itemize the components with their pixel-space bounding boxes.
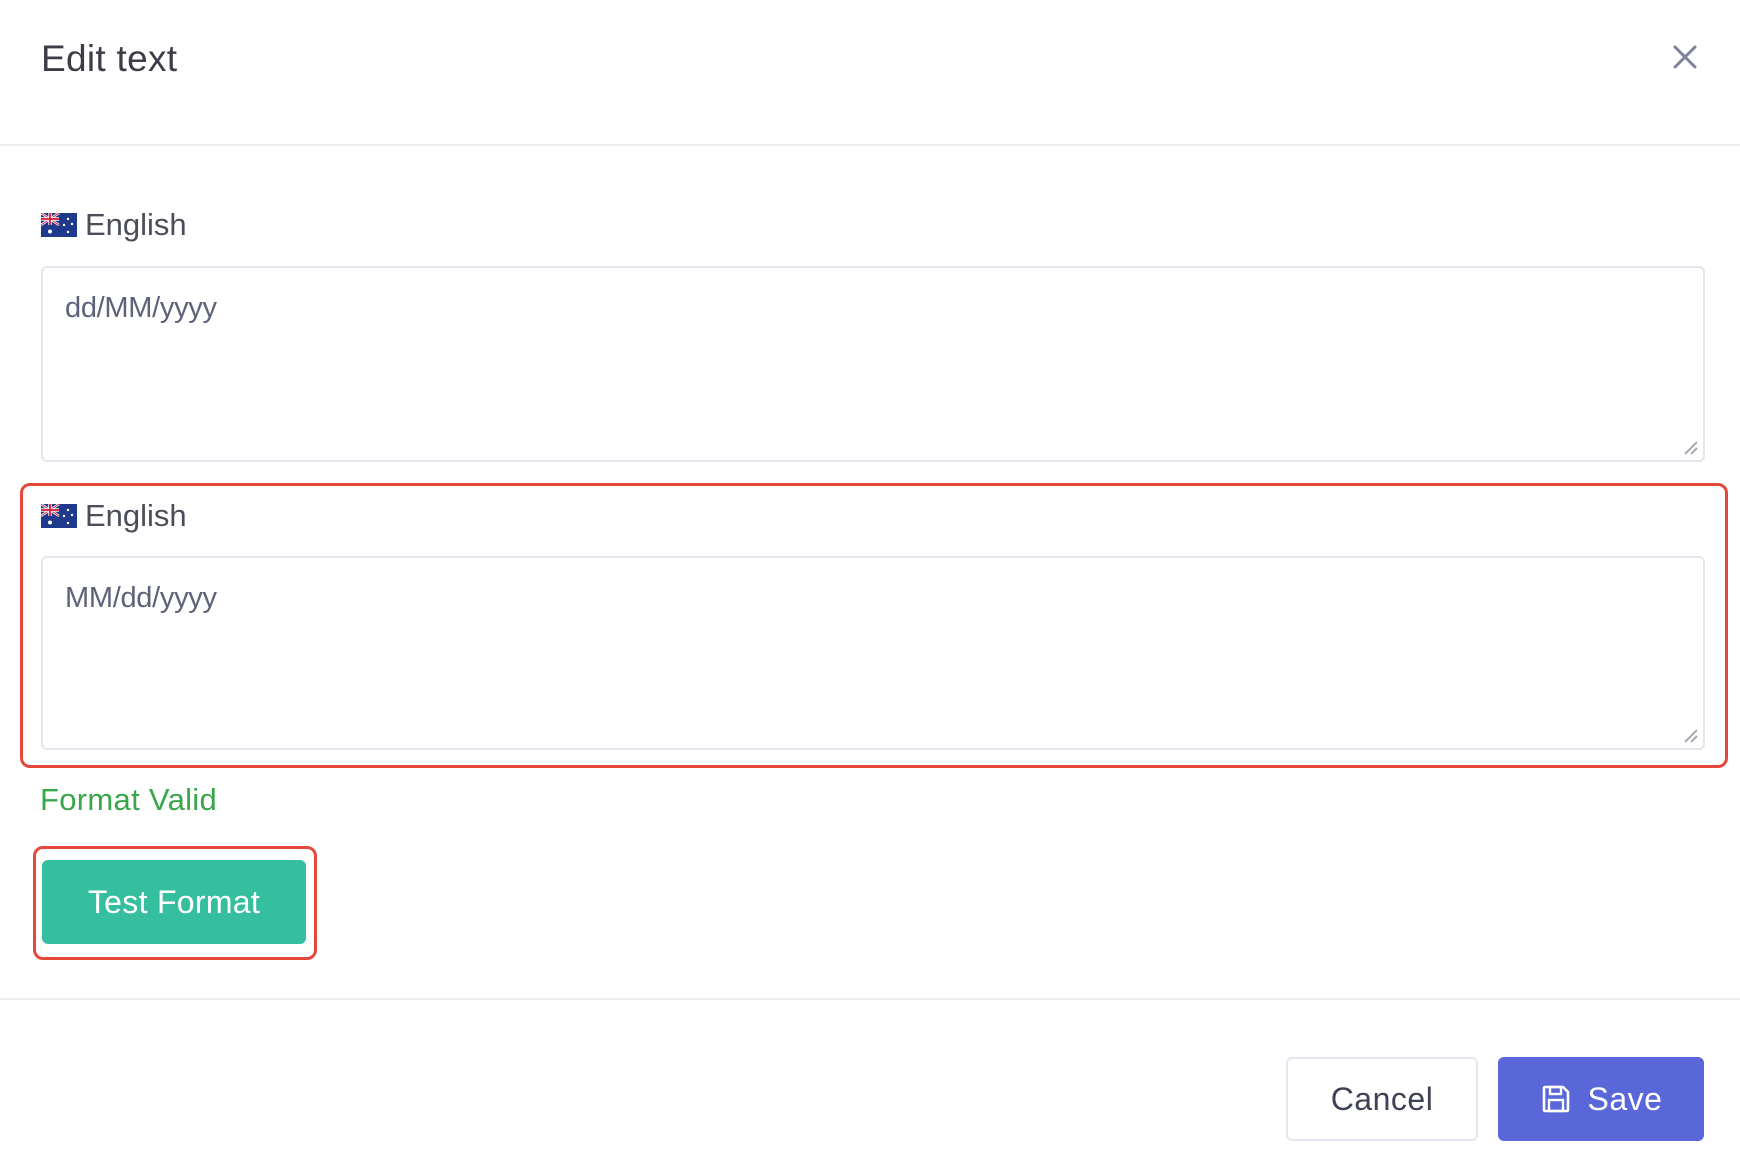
edit-text-modal: Edit text English dd/MM/yyyy English MM/… — [0, 0, 1740, 1170]
footer-divider — [0, 998, 1740, 1000]
format-textarea[interactable] — [43, 268, 1703, 460]
save-button[interactable]: Save — [1498, 1057, 1704, 1141]
resize-handle-icon[interactable] — [1681, 438, 1699, 456]
close-button[interactable] — [1666, 38, 1704, 76]
format-textarea-container — [41, 266, 1705, 462]
language-label: English — [41, 205, 187, 245]
format-textarea-container — [41, 556, 1705, 750]
australia-flag-icon — [41, 213, 77, 237]
test-format-button[interactable]: Test Format — [42, 860, 306, 944]
close-icon — [1673, 45, 1697, 69]
language-name: English — [85, 207, 187, 242]
language-label: English — [41, 496, 187, 536]
modal-header: Edit text — [0, 0, 1740, 146]
australia-flag-icon — [41, 504, 77, 528]
format-textarea[interactable] — [43, 558, 1703, 748]
save-label: Save — [1587, 1080, 1663, 1117]
modal-title: Edit text — [41, 38, 178, 79]
language-name: English — [85, 498, 187, 533]
floppy-disk-icon — [1540, 1083, 1572, 1115]
cancel-button[interactable]: Cancel — [1286, 1057, 1478, 1141]
validation-message: Format Valid — [40, 782, 218, 817]
resize-handle-icon[interactable] — [1681, 726, 1699, 744]
